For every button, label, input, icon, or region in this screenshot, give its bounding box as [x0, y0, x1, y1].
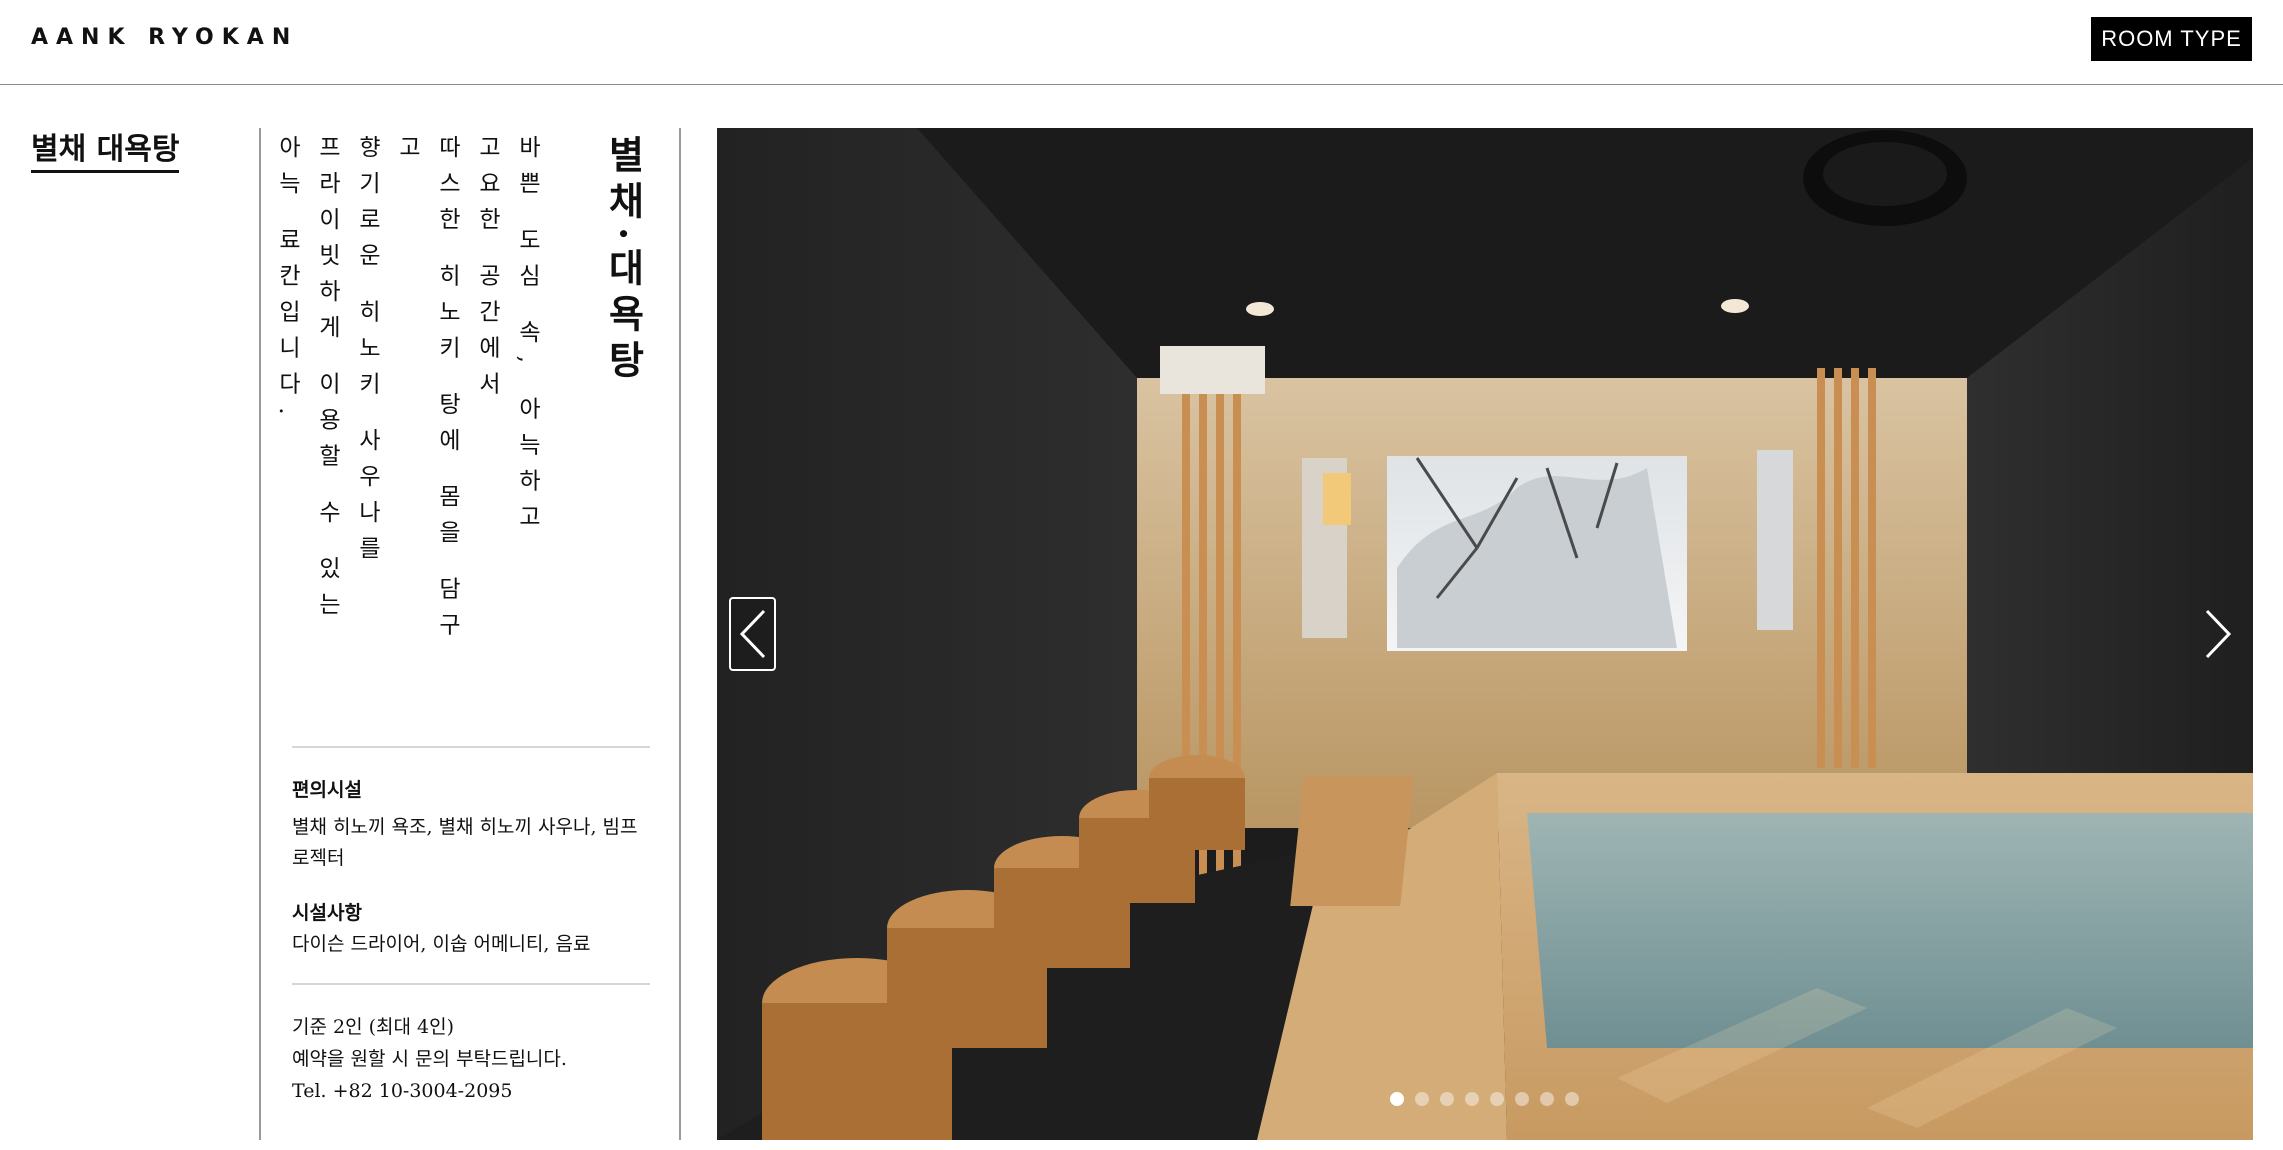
capacity-text: 기준 2인 (최대 4인) [292, 1016, 455, 1038]
photo-carousel[interactable] [717, 128, 2253, 1140]
vertical-line: 바쁜 도심 속, 아늑하고 [514, 135, 540, 541]
room-type-button[interactable]: ROOM TYPE [2091, 17, 2252, 61]
carousel-dot[interactable] [1415, 1092, 1429, 1106]
vertical-line: 아늑 료칸입니다. [274, 135, 300, 428]
facilities-label: 시설사항 [292, 902, 362, 924]
brand-logo[interactable]: AANK RYOKAN [31, 25, 298, 50]
carousel-prev-button[interactable] [729, 597, 776, 671]
chevron-left-icon [739, 609, 765, 659]
carousel-dot[interactable] [1565, 1092, 1579, 1106]
vertical-body: 바쁜 도심 속, 아늑하고 고요한 공간에서 따스한 히노키 탕에 몸을 담구고… [267, 135, 547, 655]
carousel-dot[interactable] [1490, 1092, 1504, 1106]
contact-section: 기준 2인 (최대 4인) 예약을 원할 시 문의 부탁드립니다. Tel. +… [292, 1011, 567, 1107]
carousel-dot[interactable] [1515, 1092, 1529, 1106]
section-divider [292, 983, 650, 985]
vertical-title: 별채·대욕탕 [601, 135, 646, 387]
amenities-section: 편의시설 별채 히노끼 욕조, 별채 히노끼 사우나, 빔프로젝터 [292, 775, 652, 874]
carousel-dot[interactable] [1465, 1092, 1479, 1106]
vertical-line: 따스한 히노키 탕에 몸을 담구고 [394, 135, 460, 649]
vertical-line: 고요한 공간에서 [474, 135, 500, 408]
description-vertical: 별채·대욕탕 바쁜 도심 속, 아늑하고 고요한 공간에서 따스한 히노키 탕에… [274, 135, 652, 655]
carousel-dot[interactable] [1540, 1092, 1554, 1106]
amenities-label: 편의시설 [292, 779, 362, 801]
reservation-note: 예약을 원할 시 문의 부탁드립니다. [292, 1048, 567, 1070]
column-divider-right [679, 128, 681, 1140]
carousel-dot[interactable] [1440, 1092, 1454, 1106]
section-divider [292, 746, 650, 748]
vertical-line: 프라이빗하게 이용할 수 있는 [314, 135, 340, 628]
site-header: AANK RYOKAN ROOM TYPE [0, 0, 2283, 85]
carousel-dot[interactable] [1390, 1092, 1404, 1106]
bath-photo [717, 128, 2253, 1140]
phone-number[interactable]: Tel. +82 10-3004-2095 [292, 1075, 567, 1107]
facilities-value: 다이슨 드라이어, 이솝 어메니티, 음료 [292, 933, 591, 955]
column-divider-left [259, 128, 261, 1140]
chevron-right-icon [2205, 609, 2231, 659]
page-title: 별채 대욕탕 [31, 132, 180, 173]
facilities-section: 시설사항 다이슨 드라이어, 이솝 어메니티, 음료 [292, 898, 652, 960]
carousel-pagination [1390, 1092, 1579, 1106]
amenities-value: 별채 히노끼 욕조, 별채 히노끼 사우나, 빔프로젝터 [292, 816, 638, 869]
vertical-line: 향기로운 히노키 사우나를 [354, 135, 380, 572]
carousel-next-button[interactable] [2194, 597, 2241, 671]
